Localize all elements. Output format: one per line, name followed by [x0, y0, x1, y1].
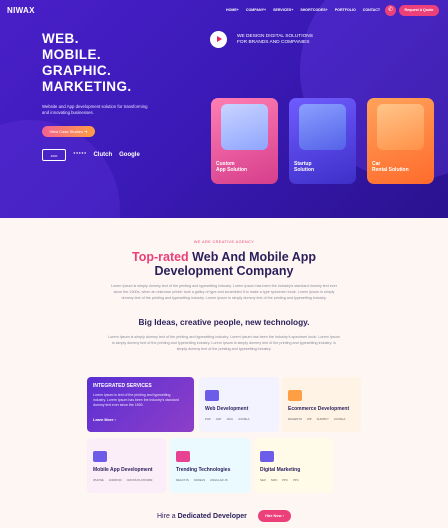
- service-card-web-development[interactable]: Web Development PHP ASP JAVA JOOMLA: [199, 377, 279, 432]
- design-tagline-2: FOR BRANDS AND COMPANIES: [237, 40, 310, 45]
- nav-company[interactable]: COMPANY+: [246, 8, 266, 12]
- hero-card-label: Custom App Solution: [216, 161, 247, 173]
- hire-button-label: Hire Now: [265, 514, 282, 518]
- service-title: Digital Marketing: [260, 467, 301, 473]
- hire-prefix: Hire a: [157, 513, 178, 520]
- service-card-mobile-app[interactable]: Mobile App Development IPHONE ANDROID CR…: [87, 438, 166, 493]
- service-tag: SHOPIFY: [316, 417, 329, 421]
- hero-card-label-2: App Solution: [216, 167, 248, 173]
- logo[interactable]: NIWAX: [7, 6, 35, 15]
- featured-desc: Lorem Ipsum is text of the printing and …: [93, 393, 179, 407]
- hire-text: Hire a Dedicated Developer: [157, 513, 247, 520]
- service-tags: IPHONE ANDROID CROSS PLATFORM: [93, 478, 152, 482]
- digital-marketing-icon: [260, 451, 274, 462]
- design-tagline: WE DESIGN DIGITAL SOLUTIONS FOR BRANDS A…: [237, 34, 313, 46]
- service-tag: NODEJS: [193, 478, 206, 482]
- hero-title-line: GRAPHIC.: [42, 63, 112, 78]
- service-tag: PHP: [205, 417, 211, 421]
- title-line2: Development Company: [154, 264, 294, 278]
- big-ideas-heading: Big Ideas, creative people, new technolo…: [138, 317, 310, 327]
- learn-more-label: Learn More: [93, 418, 114, 422]
- service-tag: IPHONE: [93, 478, 104, 482]
- nav-shortcodes[interactable]: SHORTCODES+: [300, 8, 327, 12]
- service-tag: CROSS PLATFORM: [126, 478, 153, 482]
- web-development-icon: [205, 390, 219, 401]
- service-card-ecommerce[interactable]: Ecommerce Development MAGENTO WP SHOPIFY…: [282, 377, 361, 432]
- section-eyebrow: WE ARE CREATIVE AGENCY: [193, 240, 255, 244]
- service-tag: ANDROID: [108, 478, 122, 482]
- ecommerce-icon: [288, 390, 302, 401]
- service-card-digital-marketing[interactable]: Digital Marketing SEO SMO PPC PPC: [254, 438, 333, 493]
- hero-card-label-2: Rental Solution: [372, 167, 409, 173]
- phone-illustration-icon: [221, 104, 268, 150]
- hire-bold: Dedicated Developer: [177, 513, 247, 520]
- hero-title-line: MOBILE.: [42, 47, 102, 62]
- hero-title-line: WEB.: [42, 31, 79, 46]
- service-tag: MAGENTO: [288, 417, 303, 421]
- request-quote-button[interactable]: Request A Quote: [399, 5, 439, 16]
- nav-portfolio[interactable]: PORTFOLIO: [335, 8, 356, 12]
- rocket-illustration-icon: [299, 104, 346, 150]
- view-case-studies-button[interactable]: View Case Studies ➜: [42, 126, 95, 137]
- service-tags: REACTJS NODEJS ANGULAR JS: [176, 478, 228, 482]
- nav-contact[interactable]: CONTACT: [363, 8, 380, 12]
- learn-more-link[interactable]: Learn More ›: [93, 418, 116, 422]
- hero-section: NIWAX HOME+ COMPANY+ SERVICES+ SHORTCODE…: [0, 0, 448, 218]
- service-tag: REACTJS: [176, 478, 189, 482]
- car-illustration-icon: [377, 104, 424, 150]
- hero-card-label: Startup Solution: [294, 161, 314, 173]
- about-paragraph-2: Lorem Ipsum is simply dummy text of the …: [108, 335, 340, 351]
- nav-services[interactable]: SERVICES+: [273, 8, 293, 12]
- service-title: Web Development: [205, 406, 249, 412]
- hire-now-button[interactable]: Hire Now ›: [258, 510, 291, 522]
- award-badges: 2020 ★★★★★ Clutch Google: [42, 149, 140, 161]
- title-accent: Top-rated: [131, 250, 189, 264]
- service-tag: ASP: [215, 417, 222, 421]
- service-card-trending-tech[interactable]: Trending Technologies REACTJS NODEJS ANG…: [170, 438, 250, 493]
- nav-links: HOME+ COMPANY+ SERVICES+ SHORTCODES+ POR…: [226, 8, 380, 12]
- badge-google: Google: [119, 152, 140, 158]
- hero-card-label-2: Solution: [294, 167, 314, 173]
- featured-title: INTEGRATED SERVICES: [93, 383, 152, 389]
- trending-tech-icon: [176, 451, 190, 462]
- integrated-services-card[interactable]: INTEGRATED SERVICES Lorem Ipsum is text …: [87, 377, 194, 432]
- service-tag: JAVA: [226, 417, 233, 421]
- phone-icon[interactable]: ✆: [385, 5, 396, 16]
- hero-card-label: Car Rental Solution: [372, 161, 409, 173]
- service-tag: SEO: [260, 478, 266, 482]
- service-tags: SEO SMO PPC PPC: [260, 478, 299, 482]
- service-tag: WP: [307, 417, 312, 421]
- service-tag: PPC: [282, 478, 289, 482]
- badge-stats: ★★★★★: [73, 151, 87, 155]
- service-tags: MAGENTO WP SHOPIFY JOOMLA: [288, 417, 345, 421]
- service-title: Trending Technologies: [176, 467, 231, 473]
- service-tag: SMO: [270, 478, 278, 482]
- service-tags: PHP ASP JAVA JOOMLA: [205, 417, 249, 421]
- hero-title: WEB. MOBILE. GRAPHIC. MARKETING.: [42, 31, 132, 95]
- service-title: Mobile App Development: [93, 467, 153, 473]
- top-nav: NIWAX HOME+ COMPANY+ SERVICES+ SHORTCODE…: [0, 0, 448, 22]
- hero-card-startup[interactable]: Startup Solution: [289, 98, 356, 184]
- service-tag: ANGULAR JS: [210, 478, 228, 482]
- service-tag: JOOMLA: [237, 417, 250, 421]
- section-title: Top-rated Web And Mobile App Development…: [0, 250, 448, 278]
- case-button-label: View Case Studies: [49, 129, 84, 134]
- hero-card-custom-app[interactable]: Custom App Solution: [211, 98, 278, 184]
- service-tag: JOOMLA: [333, 417, 346, 421]
- service-title: Ecommerce Development: [288, 406, 350, 412]
- title-rest: Web And Mobile App: [188, 250, 317, 264]
- service-tag: PPC: [293, 478, 299, 482]
- hero-title-line: MARKETING.: [42, 79, 132, 94]
- nav-home[interactable]: HOME+: [226, 8, 239, 12]
- badge-2020: 2020: [42, 149, 66, 161]
- badge-clutch: Clutch: [93, 152, 113, 158]
- about-paragraph-1: Lorem Ipsum is simply dummy text of the …: [111, 284, 337, 300]
- hero-card-car-rental[interactable]: Car Rental Solution: [367, 98, 434, 184]
- play-video-icon[interactable]: [210, 31, 227, 48]
- hero-description: Website and App development solution for…: [42, 104, 148, 115]
- mobile-app-icon: [93, 451, 107, 462]
